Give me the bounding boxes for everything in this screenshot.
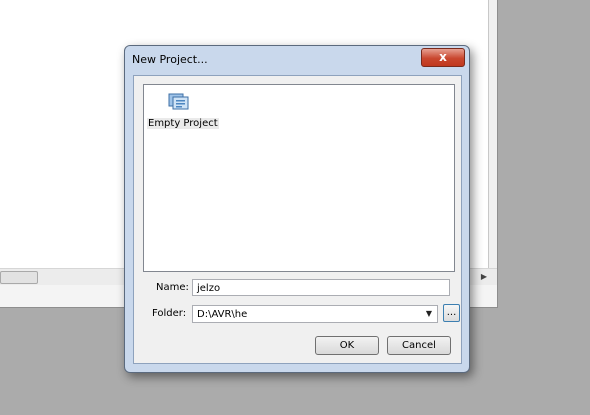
project-type-item-empty-project[interactable]: Empty Project	[147, 91, 219, 133]
project-type-label: Empty Project	[147, 118, 219, 129]
dialog-client-area: Empty Project Name: jelzo Folder: D:\AVR…	[133, 75, 462, 364]
dialog-title: New Project...	[132, 53, 208, 66]
folder-label: Folder:	[152, 308, 187, 319]
background-window-vertical-edge	[488, 0, 497, 268]
new-project-dialog: New Project... x Empty Project Name: jel…	[124, 45, 470, 373]
close-icon: x	[439, 50, 447, 64]
cancel-button[interactable]: Cancel	[387, 336, 451, 355]
folder-value: D:\AVR\he	[197, 309, 248, 320]
scroll-right-arrow-icon[interactable]: ▶	[479, 271, 489, 283]
folder-combobox[interactable]: D:\AVR\he ▼	[192, 305, 438, 323]
chevron-down-icon[interactable]: ▼	[423, 306, 435, 322]
ok-button[interactable]: OK	[315, 336, 379, 355]
name-input[interactable]: jelzo	[192, 279, 450, 296]
empty-project-icon	[168, 93, 189, 110]
close-button[interactable]: x	[421, 48, 465, 67]
dialog-titlebar[interactable]: New Project... x	[125, 46, 469, 74]
project-type-list[interactable]: Empty Project	[143, 84, 455, 272]
name-label: Name:	[156, 282, 189, 293]
browse-folder-button[interactable]: ...	[443, 304, 460, 322]
scrollbar-thumb[interactable]	[0, 271, 38, 284]
